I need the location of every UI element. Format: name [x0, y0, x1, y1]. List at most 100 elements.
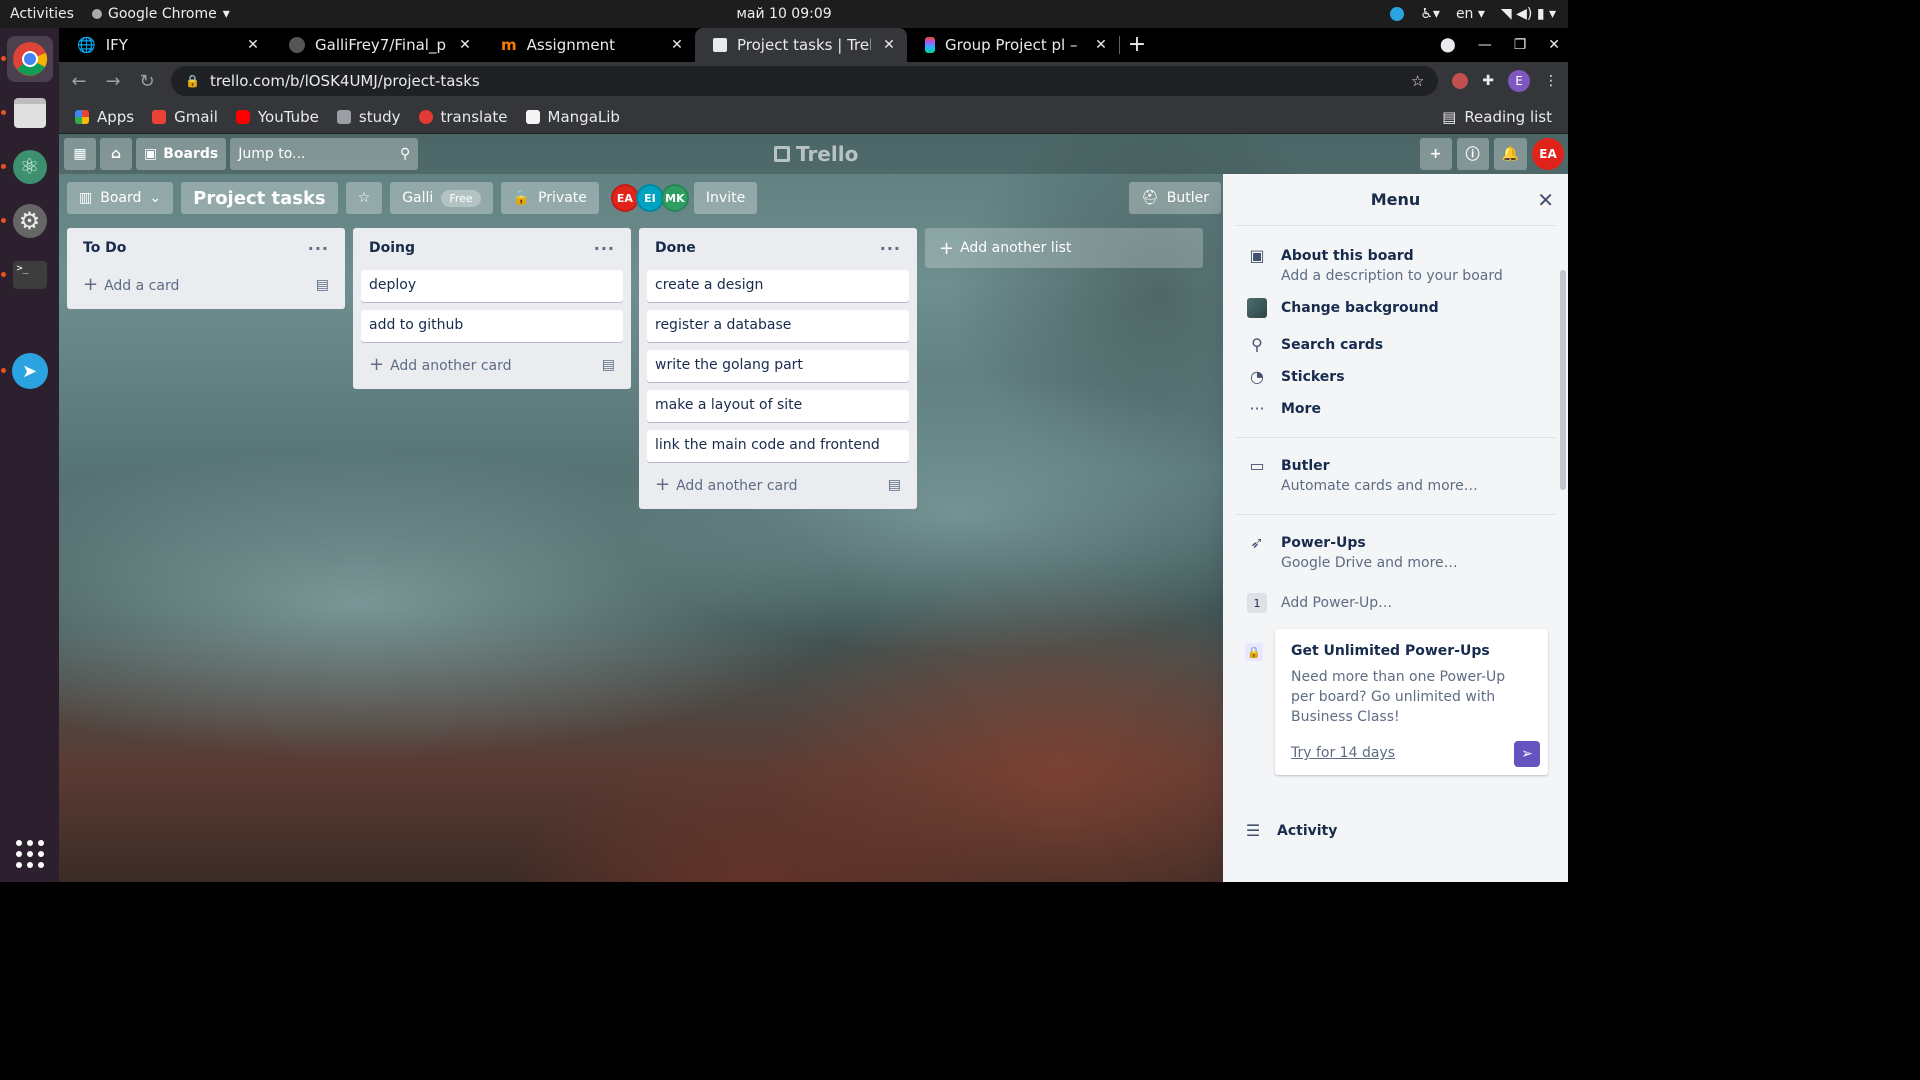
card[interactable]: add to github	[361, 310, 623, 342]
bookmark-study[interactable]: study	[336, 108, 401, 126]
close-tab-icon[interactable]: ✕	[245, 37, 261, 53]
add-card-button[interactable]: + Add another card ▤	[361, 348, 623, 381]
list-menu-icon[interactable]: ···	[880, 239, 901, 258]
dock-chrome[interactable]	[0, 36, 53, 82]
reading-list-button[interactable]: ▤ Reading list	[1442, 108, 1552, 126]
show-applications-button[interactable]	[16, 840, 44, 868]
member-avatar[interactable]: EI	[635, 184, 664, 212]
template-icon[interactable]: ▤	[316, 277, 329, 293]
puzzle-icon[interactable]: ✚	[1482, 73, 1494, 89]
info-button[interactable]: ⓘ	[1456, 138, 1489, 170]
board-view-switcher[interactable]: ▥ Board ⌄	[67, 182, 174, 214]
bookmark-mangalib[interactable]: MangaLib	[525, 108, 620, 126]
tab-github[interactable]: GalliFrey7/Final_proj ✕	[271, 28, 483, 62]
reload-icon[interactable]: ↻	[137, 71, 157, 92]
list-header[interactable]: To Do ···	[75, 234, 337, 262]
forward-icon[interactable]: →	[103, 71, 123, 92]
card[interactable]: make a layout of site	[647, 390, 909, 422]
menu-scrollbar[interactable]	[1560, 270, 1566, 490]
menu-activity[interactable]: ☰ Activity	[1223, 815, 1568, 847]
menu-power-ups[interactable]: ➶ Power-Ups Google Drive and more…	[1223, 527, 1568, 579]
create-button[interactable]: +	[1419, 138, 1452, 170]
app-switcher-button[interactable]: ▦	[64, 138, 96, 170]
dock-files[interactable]	[0, 90, 53, 136]
address-bar[interactable]: 🔒 trello.com/b/lOSK4UMJ/project-tasks ☆	[171, 66, 1439, 96]
menu-about-board[interactable]: ▣ About this board Add a description to y…	[1223, 240, 1568, 292]
list-menu-icon[interactable]: ···	[594, 239, 615, 258]
menu-add-power-up[interactable]: 1 Add Power-Up…	[1223, 587, 1568, 619]
card[interactable]: link the main code and frontend	[647, 430, 909, 462]
board-title[interactable]: Project tasks	[181, 182, 338, 214]
member-avatar[interactable]: MK	[660, 184, 689, 212]
menu-more[interactable]: ··· More	[1223, 393, 1568, 425]
jump-to-search[interactable]: Jump to... ⚲	[230, 138, 419, 170]
menu-change-background[interactable]: Change background	[1223, 292, 1568, 329]
card[interactable]: deploy	[361, 270, 623, 302]
bookmark-apps[interactable]: Apps	[75, 108, 134, 126]
dock-atom[interactable]: ⚛	[0, 144, 53, 190]
tab-trello[interactable]: Project tasks | Trello ✕	[695, 28, 907, 62]
try-link[interactable]: Try for 14 days	[1291, 745, 1532, 761]
minimize-button[interactable]: —	[1478, 37, 1492, 53]
user-avatar[interactable]: EA	[1532, 138, 1564, 170]
tab-figma[interactable]: Group Project pl – Fig ✕	[907, 28, 1119, 62]
visibility-button[interactable]: 🔒 Private	[500, 182, 599, 214]
clock[interactable]: май 10 09:09	[736, 6, 831, 22]
tab-search-icon[interactable]: ⬤	[1440, 37, 1456, 53]
close-tab-icon[interactable]: ✕	[881, 37, 897, 53]
close-icon[interactable]: ✕	[1537, 188, 1554, 212]
boards-button[interactable]: ▣ Boards	[136, 138, 227, 170]
telegram-tray-icon[interactable]	[1390, 7, 1405, 21]
add-list-button[interactable]: + Add another list	[925, 228, 1203, 268]
card[interactable]: write the golang part	[647, 350, 909, 382]
trello-header: ▦ ⌂ ▣ Boards Jump to... ⚲ Trello + ⓘ 🔔 EA	[59, 134, 1568, 174]
menu-search-cards[interactable]: ⚲ Search cards	[1223, 329, 1568, 361]
card[interactable]: register a database	[647, 310, 909, 342]
trello-logo[interactable]: Trello	[774, 142, 858, 166]
send-icon[interactable]: ➢	[1514, 741, 1540, 767]
card[interactable]: create a design	[647, 270, 909, 302]
star-board-button[interactable]: ☆	[345, 182, 383, 214]
new-tab-button[interactable]: +	[1120, 28, 1154, 62]
tab-ify[interactable]: 🌐 IFY ✕	[59, 28, 271, 62]
language-indicator[interactable]: en ▾	[1456, 6, 1485, 22]
system-tray[interactable]: ♿▾ en ▾ ◥ ◀) ▮ ▾	[1390, 0, 1556, 28]
close-tab-icon[interactable]: ✕	[457, 37, 473, 53]
home-button[interactable]: ⌂	[100, 138, 132, 170]
add-power-up-label: Add Power-Up…	[1281, 595, 1393, 611]
list-header[interactable]: Doing ···	[361, 234, 623, 262]
bookmark-star-icon[interactable]: ☆	[1411, 72, 1424, 90]
dock-settings[interactable]: ⚙	[0, 198, 53, 244]
close-tab-icon[interactable]: ✕	[1093, 37, 1109, 53]
bookmark-gmail[interactable]: Gmail	[152, 108, 218, 126]
template-icon[interactable]: ▤	[602, 357, 615, 373]
close-tab-icon[interactable]: ✕	[669, 37, 685, 53]
member-avatar[interactable]: EA	[610, 184, 639, 212]
kebab-menu-icon[interactable]: ⋮	[1544, 73, 1558, 89]
butler-button[interactable]: ⛑ Butler	[1129, 182, 1222, 214]
bookmark-translate[interactable]: translate	[418, 108, 508, 126]
add-card-button[interactable]: + Add a card ▤	[75, 268, 337, 301]
list-header[interactable]: Done ···	[647, 234, 909, 262]
close-window-button[interactable]: ✕	[1548, 37, 1560, 53]
dock-telegram[interactable]: ➤	[0, 348, 53, 394]
extension-icon[interactable]	[1452, 73, 1469, 89]
back-icon[interactable]: ←	[69, 71, 89, 92]
bookmark-youtube[interactable]: YouTube	[235, 108, 319, 126]
activities-button[interactable]: Activities	[0, 6, 92, 22]
workspace-button[interactable]: Galli Free	[390, 182, 493, 214]
tab-assignment[interactable]: m Assignment ✕	[483, 28, 695, 62]
list-menu-icon[interactable]: ···	[308, 239, 329, 258]
menu-stickers[interactable]: ◔ Stickers	[1223, 361, 1568, 393]
template-icon[interactable]: ▤	[888, 477, 901, 493]
system-status-icons[interactable]: ◥ ◀) ▮ ▾	[1501, 6, 1556, 22]
restore-button[interactable]: ❐	[1514, 37, 1527, 53]
add-card-button[interactable]: + Add another card ▤	[647, 468, 909, 501]
app-menu[interactable]: Google Chrome ▾	[92, 6, 230, 22]
accessibility-icon[interactable]: ♿▾	[1420, 6, 1440, 22]
notifications-button[interactable]: 🔔	[1493, 138, 1527, 170]
profile-avatar[interactable]: E	[1508, 70, 1530, 92]
dock-terminal[interactable]: >_	[0, 252, 53, 298]
menu-butler[interactable]: ▭ Butler Automate cards and more…	[1223, 450, 1568, 502]
invite-button[interactable]: Invite	[693, 182, 758, 214]
